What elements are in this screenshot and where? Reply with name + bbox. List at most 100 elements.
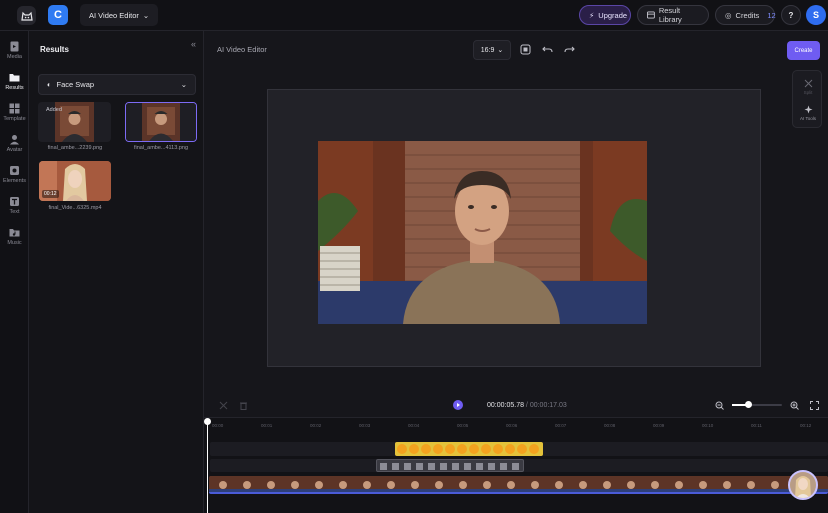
- panel-title: Results: [40, 45, 69, 54]
- total-time: 00:00:17.03: [529, 402, 567, 409]
- video-frame-image: [318, 141, 647, 324]
- ruler-tick-label: 00:11: [751, 423, 762, 428]
- app-switcher[interactable]: AI Video Editor ⌄: [80, 4, 159, 26]
- video-preview[interactable]: [318, 141, 647, 324]
- rail-item-music[interactable]: Music: [0, 221, 29, 251]
- rail-label: Media: [7, 53, 22, 60]
- rail-label: Text: [9, 208, 20, 215]
- ruler-tick-label: 00:04: [408, 423, 420, 428]
- cat-logo-icon[interactable]: [17, 6, 36, 25]
- rail-item-template[interactable]: Template: [0, 97, 29, 127]
- help-button[interactable]: ?: [781, 5, 801, 25]
- library-icon: [647, 11, 655, 19]
- rail-item-text[interactable]: Text: [0, 190, 29, 220]
- ruler-tick-label: 00:07: [555, 423, 567, 428]
- added-badge: Added: [46, 107, 62, 113]
- rail-label: Results: [5, 84, 24, 91]
- credits-count: 12: [767, 10, 776, 20]
- result-library-button[interactable]: Result Library: [637, 5, 709, 25]
- result-caption: final_ambe...2239.png: [47, 145, 103, 151]
- play-icon: [457, 403, 460, 407]
- sticker-clip[interactable]: [376, 459, 524, 472]
- result-library-label: Result Library: [658, 6, 682, 24]
- upgrade-button[interactable]: ⚡ Upgrade: [579, 5, 631, 25]
- media-icon: [10, 41, 19, 51]
- ruler-tick-label: 00:12: [800, 423, 812, 428]
- avatar-icon: [10, 134, 19, 144]
- result-type-select[interactable]: ◐ Face Swap ⌄: [38, 74, 196, 95]
- music-icon: [9, 228, 20, 236]
- app-logo[interactable]: C: [48, 5, 68, 25]
- ruler-tick-label: 00:08: [604, 423, 616, 428]
- assistant-avatar-image: [790, 472, 816, 498]
- bolt-icon: ⚡: [589, 10, 595, 20]
- split-label: Split: [803, 90, 813, 95]
- timecode: 00:00:05.78 / 00:00:17.03: [487, 402, 567, 409]
- split-icon: [804, 79, 812, 88]
- play-button[interactable]: [453, 400, 463, 410]
- rail-label: Avatar: [6, 146, 23, 153]
- screenshot-icon[interactable]: [520, 44, 531, 55]
- undo-icon[interactable]: [542, 44, 553, 55]
- aspect-ratio-select[interactable]: 16:9 ⌄: [473, 40, 511, 60]
- ruler-tick-label: 00:10: [702, 423, 714, 428]
- rail-item-media[interactable]: Media: [0, 35, 29, 65]
- chevron-down-icon: ⌄: [142, 10, 150, 20]
- aspect-ratio-value: 16:9: [480, 46, 495, 54]
- result-caption: final_Vide...6325.mp4: [48, 205, 102, 211]
- video-filmstrip: [209, 476, 828, 492]
- ai-tools-label: AI Tools: [800, 116, 816, 121]
- credits-label: Credits: [735, 10, 760, 20]
- result-thumbnail[interactable]: 00:12: [39, 161, 111, 201]
- folder-icon: [9, 73, 20, 81]
- ruler-tick-label: 00:05: [457, 423, 469, 428]
- video-clip[interactable]: [209, 476, 828, 494]
- text-icon: [10, 196, 19, 206]
- rail-item-results[interactable]: Results: [0, 66, 29, 96]
- chevron-down-icon: ⌄: [497, 47, 504, 54]
- app-title-label: AI Video Editor: [89, 10, 139, 20]
- side-toolbar: Split AI Tools: [792, 70, 822, 128]
- split-tool[interactable]: Split: [793, 79, 823, 95]
- emoji-strip: [397, 444, 539, 454]
- create-button[interactable]: Create: [787, 41, 820, 60]
- split-clip-icon[interactable]: [219, 401, 228, 410]
- rail-item-elements[interactable]: Elements: [0, 159, 29, 189]
- ruler-tick-label: 00:03: [359, 423, 371, 428]
- timeline-zoom-slider[interactable]: [732, 401, 782, 408]
- sticker-strip: [380, 463, 519, 470]
- elements-icon: [10, 165, 19, 175]
- ruler-tick-label: 00:01: [261, 423, 273, 428]
- rail-label: Music: [7, 239, 22, 246]
- chevron-down-icon: ⌄: [180, 80, 187, 89]
- current-time: 00:00:05.78: [487, 402, 524, 409]
- top-bar: C AI Video Editor ⌄ ⚡ Upgrade Result Lib…: [0, 0, 828, 31]
- assistant-avatar-button[interactable]: [788, 470, 818, 500]
- video-duration: 00:12: [42, 190, 59, 198]
- playhead-handle[interactable]: [204, 418, 211, 425]
- fullscreen-icon[interactable]: [810, 401, 819, 410]
- ruler-tick-label: 00:09: [653, 423, 665, 428]
- zoom-slider-handle[interactable]: [745, 401, 752, 408]
- delete-icon[interactable]: [239, 401, 248, 410]
- ruler-tick-label: 00:02: [310, 423, 322, 428]
- credits-button[interactable]: ◎ Credits 12: [715, 5, 776, 25]
- editor-title: AI Video Editor: [217, 45, 267, 54]
- rail-label: Elements: [3, 177, 26, 184]
- result-type-value: Face Swap: [56, 80, 95, 89]
- result-thumbnail-selected[interactable]: [125, 102, 197, 142]
- rail-item-avatar[interactable]: Avatar: [0, 128, 29, 158]
- redo-icon[interactable]: [564, 44, 575, 55]
- template-icon: [9, 103, 20, 113]
- ai-tools-tool[interactable]: AI Tools: [793, 105, 823, 121]
- user-avatar[interactable]: S: [806, 5, 826, 25]
- playhead[interactable]: [207, 419, 208, 513]
- collapse-panel-icon[interactable]: «: [191, 39, 196, 49]
- sparkle-icon: [804, 105, 812, 114]
- face-swap-icon: ◐: [47, 80, 52, 89]
- upgrade-label: Upgrade: [598, 10, 628, 20]
- ruler-tick-label: 00:00: [212, 423, 224, 428]
- zoom-in-icon[interactable]: [790, 401, 799, 410]
- emoji-clip[interactable]: [395, 442, 543, 456]
- zoom-out-icon[interactable]: [715, 401, 724, 410]
